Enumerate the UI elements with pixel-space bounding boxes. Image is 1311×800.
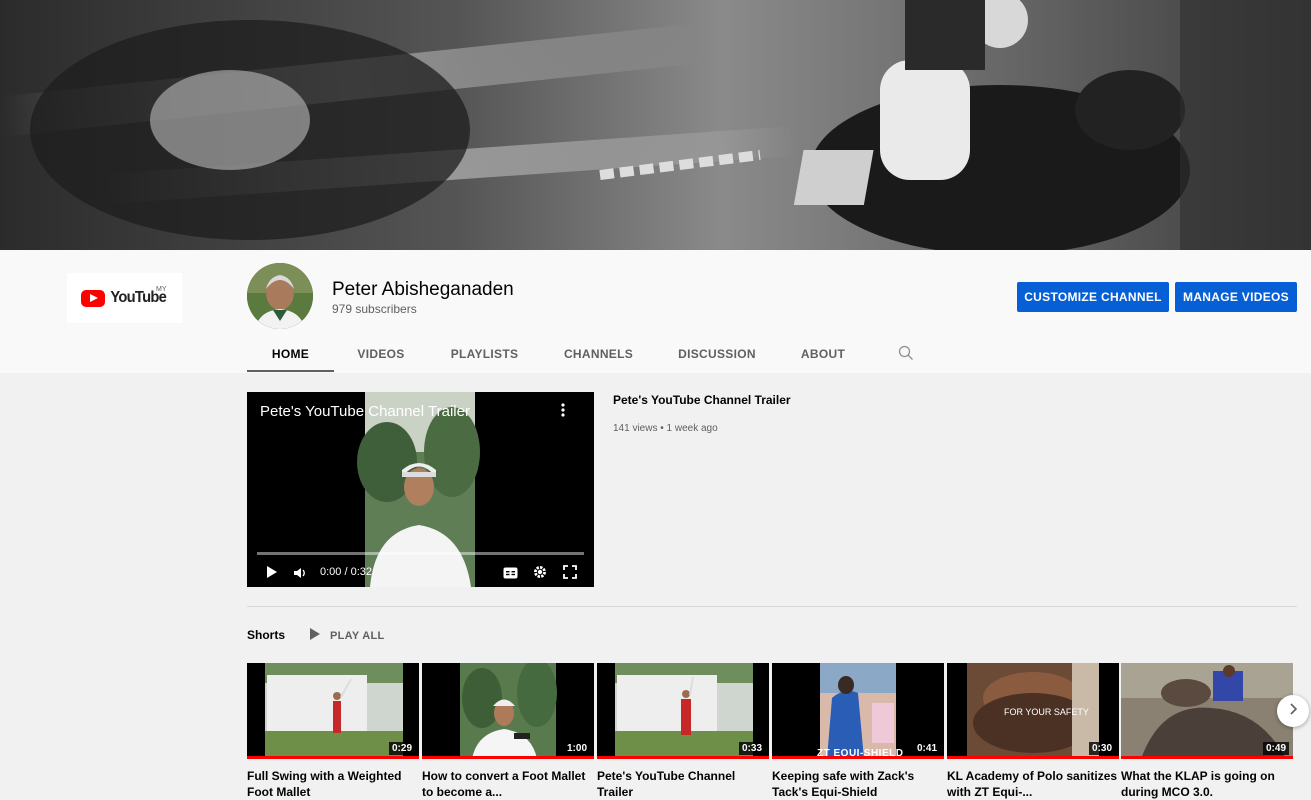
youtube-play-icon	[80, 289, 105, 307]
short-item[interactable]: 0:29 Full Swing with a Weighted Foot Mal…	[247, 663, 419, 800]
short-title[interactable]: Pete's YouTube Channel Trailer	[597, 768, 769, 800]
short-title[interactable]: Full Swing with a Weighted Foot Mallet	[247, 768, 419, 800]
watched-progress-bar	[247, 756, 419, 759]
more-vert-icon[interactable]	[557, 402, 569, 423]
volume-icon[interactable]	[293, 566, 307, 584]
play-all-label: PLAY ALL	[330, 629, 385, 642]
short-thumbnail[interactable]: 0:29	[247, 663, 419, 759]
play-all-button[interactable]: PLAY ALL	[310, 628, 385, 643]
trailer-video-player[interactable]: Pete's YouTube Channel Trailer 0:00 / 0:…	[247, 392, 594, 587]
manage-videos-button[interactable]: MANAGE VIDEOS	[1175, 282, 1297, 312]
short-title[interactable]: KL Academy of Polo sanitizes with ZT Equ…	[947, 768, 1119, 800]
trailer-title[interactable]: Pete's YouTube Channel Trailer	[613, 393, 791, 407]
duration-badge: 0:41	[913, 742, 940, 755]
channel-banner	[0, 0, 1311, 250]
short-thumbnail[interactable]: 0:49	[1121, 663, 1293, 759]
active-tab-indicator	[247, 370, 334, 372]
short-item[interactable]: ZT EQUI-SHIELD 0:41 Keeping safe with Za…	[772, 663, 944, 800]
section-divider	[247, 606, 1297, 607]
short-item[interactable]: FOR YOUR SAFETY 0:30 KL Academy of Polo …	[947, 663, 1119, 800]
short-title[interactable]: What the KLAP is going on during MCO 3.0…	[1121, 768, 1293, 800]
short-thumbnail[interactable]: 0:33	[597, 663, 769, 759]
short-item[interactable]: 0:49 What the KLAP is going on during MC…	[1121, 663, 1293, 800]
chevron-right-icon	[1288, 702, 1298, 720]
watched-progress-bar	[422, 756, 594, 759]
settings-gear-icon[interactable]	[533, 565, 547, 584]
region-code: MY	[156, 286, 167, 293]
tab-channels[interactable]: CHANNELS	[555, 336, 642, 373]
tab-about[interactable]: ABOUT	[793, 336, 853, 373]
watched-progress-bar	[772, 756, 944, 759]
short-thumbnail[interactable]: FOR YOUR SAFETY 0:30	[947, 663, 1119, 759]
channel-avatar[interactable]	[247, 263, 313, 329]
tab-playlists[interactable]: PLAYLISTS	[442, 336, 527, 373]
channel-name: Peter Abisheganaden	[332, 279, 514, 300]
tab-home[interactable]: HOME	[247, 336, 334, 373]
short-title[interactable]: How to convert a Foot Mallet to become a…	[422, 768, 594, 800]
watched-progress-bar	[947, 756, 1119, 759]
duration-badge: 0:33	[738, 742, 765, 755]
play-icon[interactable]	[266, 565, 278, 584]
tab-discussion[interactable]: DISCUSSION	[672, 336, 762, 373]
fullscreen-icon[interactable]	[563, 565, 577, 584]
short-item[interactable]: 0:33 Pete's YouTube Channel Trailer	[597, 663, 769, 800]
watched-progress-bar	[1121, 756, 1293, 759]
next-arrow-button[interactable]	[1277, 695, 1309, 727]
duration-badge: 1:00	[563, 742, 590, 755]
player-time: 0:00 / 0:32	[320, 566, 372, 578]
captions-icon[interactable]	[503, 566, 518, 584]
customize-channel-button[interactable]: CUSTOMIZE CHANNEL	[1017, 282, 1169, 312]
play-all-icon	[310, 628, 320, 643]
duration-badge: 0:29	[388, 742, 415, 755]
duration-badge: 0:30	[1088, 742, 1115, 755]
watched-progress-bar	[597, 756, 769, 759]
short-title[interactable]: Keeping safe with Zack's Tack's Equi-Shi…	[772, 768, 944, 800]
player-overlay-title: Pete's YouTube Channel Trailer	[260, 403, 470, 420]
youtube-logo[interactable]: YouTube	[67, 273, 182, 323]
short-thumbnail[interactable]: ZT EQUI-SHIELD 0:41	[772, 663, 944, 759]
search-icon[interactable]	[898, 345, 914, 366]
trailer-meta: 141 views • 1 week ago	[613, 423, 718, 434]
player-progress-bar[interactable]	[257, 552, 584, 555]
shorts-heading[interactable]: Shorts	[247, 628, 285, 642]
subscriber-count: 979 subscribers	[332, 302, 417, 316]
short-item[interactable]: 1:00 How to convert a Foot Mallet to bec…	[422, 663, 594, 800]
tab-videos[interactable]: VIDEOS	[347, 336, 415, 373]
duration-badge: 0:49	[1262, 742, 1289, 755]
short-overlay-text: FOR YOUR SAFETY	[1004, 707, 1089, 717]
short-thumbnail[interactable]: 1:00	[422, 663, 594, 759]
